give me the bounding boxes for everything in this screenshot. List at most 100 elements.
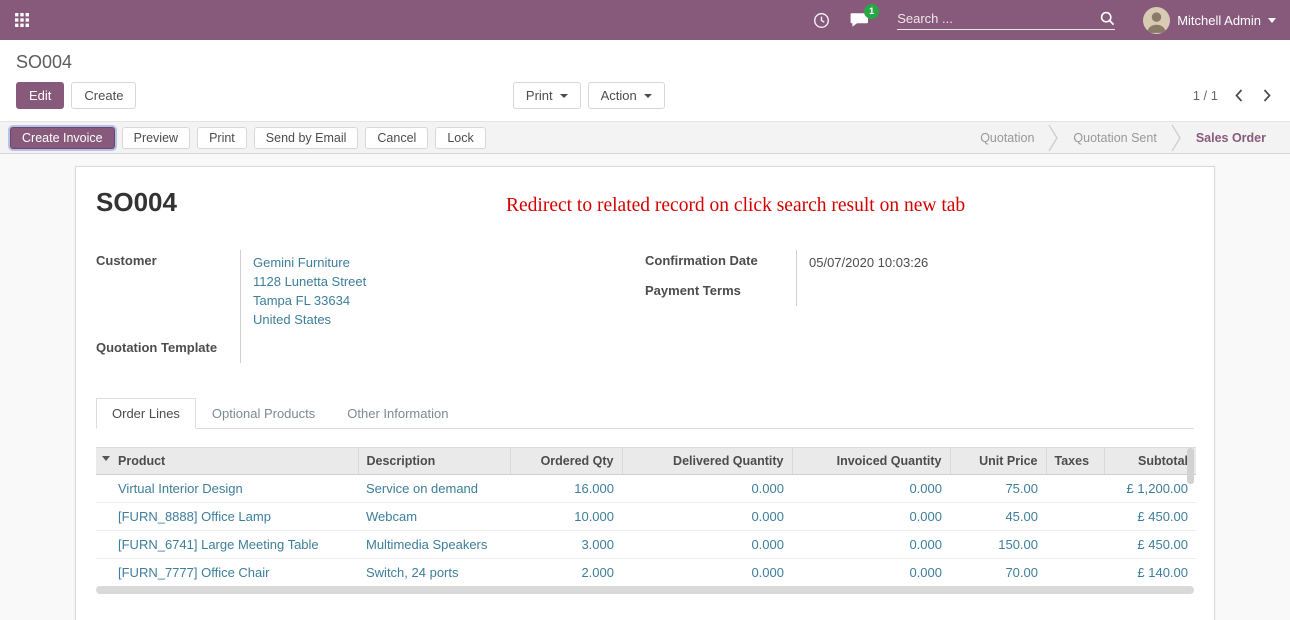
payment-terms-label: Payment Terms — [645, 280, 797, 306]
cell-invoiced-qty: 0.000 — [792, 503, 950, 531]
search-icon[interactable] — [1100, 11, 1115, 26]
message-count-badge: 1 — [864, 4, 879, 19]
pager: 1 / 1 — [1193, 86, 1274, 105]
col-header-ordered-qty[interactable]: Ordered Qty — [510, 448, 622, 475]
tab-optional-products[interactable]: Optional Products — [196, 398, 331, 429]
col-header-taxes[interactable]: Taxes — [1046, 448, 1104, 475]
create-button[interactable]: Create — [71, 82, 136, 109]
customer-link[interactable]: Gemini Furniture — [253, 255, 350, 270]
customer-value: Gemini Furniture 1128 Lunetta Street Tam… — [241, 250, 645, 337]
preview-button[interactable]: Preview — [122, 127, 190, 149]
cell-product[interactable]: [FURN_8888] Office Lamp — [110, 503, 358, 531]
customer-address-line: Tampa FL 33634 — [253, 291, 645, 310]
user-menu[interactable]: Mitchell Admin — [1143, 7, 1276, 34]
edit-button[interactable]: Edit — [16, 82, 64, 109]
cell-product[interactable]: [FURN_7777] Office Chair — [110, 559, 358, 587]
order-line-row[interactable]: [FURN_7777] Office Chair Switch, 24 port… — [96, 559, 1196, 587]
lock-button[interactable]: Lock — [435, 127, 485, 149]
table-header-row: Product Description Ordered Qty Delivere… — [96, 448, 1196, 475]
cell-taxes — [1046, 559, 1104, 587]
cell-description[interactable]: Webcam — [358, 503, 510, 531]
cell-delivered-qty: 0.000 — [622, 475, 792, 503]
cell-invoiced-qty: 0.000 — [792, 531, 950, 559]
notebook-tabs: Order Lines Optional Products Other Info… — [96, 397, 1194, 429]
cell-unit-price: 45.00 — [950, 503, 1046, 531]
control-panel: SO004 Edit Create Print Action 1 / 1 — [0, 40, 1290, 121]
step-sales-order[interactable]: Sales Order — [1182, 131, 1280, 145]
row-handle-cell — [96, 503, 110, 531]
statusbar: Create Invoice Preview Print Send by Ema… — [0, 121, 1290, 154]
col-header-delivered-qty[interactable]: Delivered Quantity — [622, 448, 792, 475]
col-header-invoiced-qty[interactable]: Invoiced Quantity — [792, 448, 950, 475]
cell-ordered-qty: 3.000 — [510, 531, 622, 559]
payment-terms-value — [797, 280, 1194, 306]
cell-delivered-qty: 0.000 — [622, 531, 792, 559]
navbar-search — [897, 11, 1115, 30]
cell-delivered-qty: 0.000 — [622, 559, 792, 587]
create-invoice-button[interactable]: Create Invoice — [10, 127, 115, 149]
confirmation-date-label: Confirmation Date — [645, 250, 797, 280]
table-vertical-scrollbar[interactable] — [1187, 448, 1194, 484]
tab-order-lines[interactable]: Order Lines — [96, 398, 196, 429]
print-button[interactable]: Print — [197, 127, 247, 149]
row-handle-cell — [96, 559, 110, 587]
table-horizontal-scrollbar[interactable] — [96, 586, 1194, 594]
chevron-down-icon — [1268, 18, 1276, 27]
col-header-description[interactable]: Description — [358, 448, 510, 475]
step-separator-icon — [1171, 122, 1182, 154]
pager-value[interactable]: 1 / 1 — [1193, 88, 1218, 103]
field-group-right: Confirmation Date 05/07/2020 10:03:26 Pa… — [645, 250, 1194, 363]
cell-unit-price: 75.00 — [950, 475, 1046, 503]
chevron-left-icon — [1234, 88, 1244, 103]
messages-icon[interactable]: 1 — [850, 12, 869, 28]
cell-product[interactable]: Virtual Interior Design — [110, 475, 358, 503]
apps-menu-icon[interactable] — [10, 8, 34, 32]
row-handle-cell — [96, 475, 110, 503]
step-separator-icon — [1048, 122, 1059, 154]
cell-ordered-qty: 16.000 — [510, 475, 622, 503]
pager-previous-button[interactable] — [1232, 86, 1246, 105]
avatar — [1143, 7, 1170, 34]
cell-description[interactable]: Service on demand — [358, 475, 510, 503]
caret-down-icon — [102, 456, 110, 465]
order-line-row[interactable]: [FURN_6741] Large Meeting Table Multimed… — [96, 531, 1196, 559]
row-handle-cell — [96, 531, 110, 559]
cancel-button[interactable]: Cancel — [365, 127, 428, 149]
step-quotation[interactable]: Quotation — [966, 131, 1048, 145]
cell-subtotal: £ 1,200.00 — [1104, 475, 1196, 503]
annotation-note: Redirect to related record on click sear… — [506, 195, 965, 217]
status-steps: Quotation Quotation Sent Sales Order — [966, 122, 1290, 153]
customer-label: Customer — [96, 250, 241, 337]
form-view: SO004 Redirect to related record on clic… — [0, 154, 1290, 620]
activities-clock-icon[interactable] — [813, 12, 830, 29]
chevron-down-icon — [644, 94, 652, 102]
cell-invoiced-qty: 0.000 — [792, 559, 950, 587]
order-line-row[interactable]: [FURN_8888] Office Lamp Webcam 10.000 0.… — [96, 503, 1196, 531]
breadcrumb: SO004 — [16, 52, 1274, 73]
tab-other-information[interactable]: Other Information — [331, 398, 464, 429]
print-menu-button[interactable]: Print — [513, 82, 581, 109]
cell-product[interactable]: [FURN_6741] Large Meeting Table — [110, 531, 358, 559]
cell-ordered-qty: 10.000 — [510, 503, 622, 531]
order-line-row[interactable]: Virtual Interior Design Service on deman… — [96, 475, 1196, 503]
sort-caret-cell[interactable] — [96, 448, 110, 475]
chevron-right-icon — [1262, 88, 1272, 103]
cell-unit-price: 150.00 — [950, 531, 1046, 559]
field-group-left: Customer Gemini Furniture 1128 Lunetta S… — [96, 250, 645, 363]
col-header-unit-price[interactable]: Unit Price — [950, 448, 1046, 475]
action-menu-button[interactable]: Action — [588, 82, 665, 109]
order-lines-table: Product Description Ordered Qty Delivere… — [96, 447, 1194, 594]
navbar-search-input[interactable] — [897, 11, 1100, 26]
col-header-subtotal[interactable]: Subtotal — [1104, 448, 1196, 475]
quotation-template-value — [241, 337, 645, 363]
step-quotation-sent[interactable]: Quotation Sent — [1059, 131, 1170, 145]
cell-taxes — [1046, 531, 1104, 559]
action-menu-label: Action — [601, 88, 637, 103]
send-by-email-button[interactable]: Send by Email — [254, 127, 359, 149]
cell-description[interactable]: Multimedia Speakers — [358, 531, 510, 559]
cell-description[interactable]: Switch, 24 ports — [358, 559, 510, 587]
pager-next-button[interactable] — [1260, 86, 1274, 105]
col-header-product[interactable]: Product — [110, 448, 358, 475]
grid-icon — [15, 13, 29, 27]
cell-subtotal: £ 450.00 — [1104, 531, 1196, 559]
